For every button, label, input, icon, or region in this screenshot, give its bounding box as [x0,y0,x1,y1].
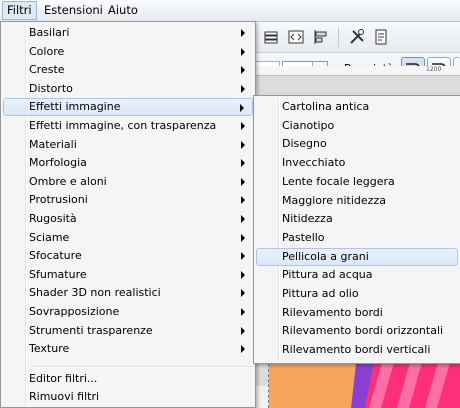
submenu-item-rilevamento-bordi-orizzontali[interactable]: Rilevamento bordi orizzontali [256,322,458,340]
submenu-item-rilevamento-bordi-verticali[interactable]: Rilevamento bordi verticali [256,341,458,359]
horizontal-ruler: 1200 [250,66,460,76]
submenu-arrow-icon [241,159,245,168]
menu-item-label: Texture [29,342,70,356]
submenu-arrow-icon [241,345,245,354]
menu-item-label: Effetti immagine, con trasparenza [29,119,217,132]
menu-filtri[interactable]: Filtri [2,1,37,20]
menu-item-texture[interactable]: Texture [3,340,253,358]
submenu-item-cartolina-antica[interactable]: Cartolina antica [256,98,458,116]
menu-item-label: Rugosità [29,212,77,225]
menu-item-rimuovi-filtri[interactable]: Rimuovi filtri [3,388,253,406]
menu-item-editor-filtri[interactable]: Editor filtri... [3,370,253,388]
submenu-item-pittura-ad-acqua[interactable]: Pittura ad acqua [256,266,458,284]
menu-item-effetti-immagine-con-trasparenza[interactable]: Effetti immagine, con trasparenza [3,117,253,135]
menu-item-colore[interactable]: Colore [3,43,253,61]
layers-icon[interactable] [262,28,280,46]
submenu-arrow-icon [240,104,244,113]
menu-item-label: Basilari [29,26,70,39]
submenu-item-pellicola-a-grani[interactable]: Pellicola a grani [256,247,458,266]
menu-item-rugosità[interactable]: Rugosità [3,210,253,228]
menu-item-label: Sfumature [29,267,87,281]
xml-editor-icon[interactable] [287,28,305,46]
menu-item-label: Protrusioni [29,193,88,207]
menu-item-label: Morfologia [29,156,87,170]
menu-item-distorto[interactable]: Distorto [3,80,253,98]
submenu-arrow-icon [241,84,245,93]
submenu-item-maggiore-nitidezza[interactable]: Maggiore nitidezza [256,192,458,210]
toolbar-separator [338,27,339,47]
submenu-item-rilevamento-bordi[interactable]: Rilevamento bordi [256,304,458,322]
menu-item-materiali[interactable]: Materiali [3,136,253,154]
submenu-arrow-icon [241,29,245,37]
submenu-arrow-icon [241,215,245,223]
filters-menu: Basilari Colore Creste Distorto Effetti imma… [0,21,256,408]
menu-item-sfumature[interactable]: Sfumature [3,266,253,284]
menu-item-protrusioni[interactable]: Protrusioni [3,191,253,209]
submenu-item-disegno[interactable]: Disegno [256,135,458,153]
menu-item-basilari[interactable]: Basilari [3,24,253,42]
menu-item-label: Sciame [29,230,70,244]
submenu-arrow-icon [241,233,245,242]
menu-item-creste[interactable]: Creste [3,61,253,79]
menu-bar: Filtri Estensioni Aiuto [0,0,460,22]
align-icon[interactable] [312,28,330,46]
tools-icon[interactable] [348,28,366,46]
menu-item-label: Strumenti trasparenze [29,323,153,337]
submenu-arrow-icon [241,270,245,279]
menu-item-label: Creste [29,63,65,77]
submenu-item-invecchiato[interactable]: Invecchiato [256,154,458,172]
menu-item-label: Sovrapposizione [29,305,120,318]
menu-item-label: Colore [29,44,65,58]
effects-submenu: Cartolina antica Cianotipo Disegno Invecchi… [253,95,460,364]
submenu-arrow-icon [241,47,245,56]
submenu-arrow-icon [241,308,245,316]
menu-aiuto[interactable]: Aiuto [104,2,142,19]
submenu-arrow-icon [241,66,245,75]
menu-item-label: Sfocature [29,249,82,263]
menu-item-label: Materiali [29,137,77,151]
submenu-arrow-icon [241,326,245,335]
menu-separator [29,366,253,368]
menu-item-effetti-immagine[interactable]: Effetti immagine [3,98,253,117]
menu-item-label: Shader 3D non realistici [29,286,161,300]
submenu-item-lente-focale-leggera[interactable]: Lente focale leggera [256,173,458,191]
menu-estensioni[interactable]: Estensioni [40,2,107,19]
submenu-arrow-icon [241,196,245,205]
menu-item-label: Distorto [29,81,73,95]
submenu-item-nitidezza[interactable]: Nitidezza [256,210,458,228]
ruler-label: 1200 [426,66,442,73]
document-properties-icon[interactable] [372,28,390,46]
submenu-item-pastello[interactable]: Pastello [256,229,458,247]
submenu-arrow-icon [241,140,245,149]
menu-item-sciame[interactable]: Sciame [3,229,253,247]
menu-item-ombre-e-aloni[interactable]: Ombre e aloni [3,173,253,191]
menu-item-strumenti-trasparenze[interactable]: Strumenti trasparenze [3,322,253,340]
menu-item-sfocature[interactable]: Sfocature [3,247,253,265]
menu-item-morfologia[interactable]: Morfologia [3,154,253,172]
submenu-item-cianotipo[interactable]: Cianotipo [256,117,458,135]
menu-item-sovrapposizione[interactable]: Sovrapposizione [3,303,253,321]
menu-item-shader-3d-non-realistici[interactable]: Shader 3D non realistici [3,284,253,302]
submenu-arrow-icon [241,289,245,298]
submenu-arrow-icon [241,252,245,261]
submenu-arrow-icon [241,177,245,186]
menu-item-label: Ombre e aloni [29,174,107,188]
submenu-arrow-icon [241,122,245,130]
menu-item-label: Effetti immagine [29,100,121,114]
submenu-item-pittura-ad-olio[interactable]: Pittura ad olio [256,285,458,303]
